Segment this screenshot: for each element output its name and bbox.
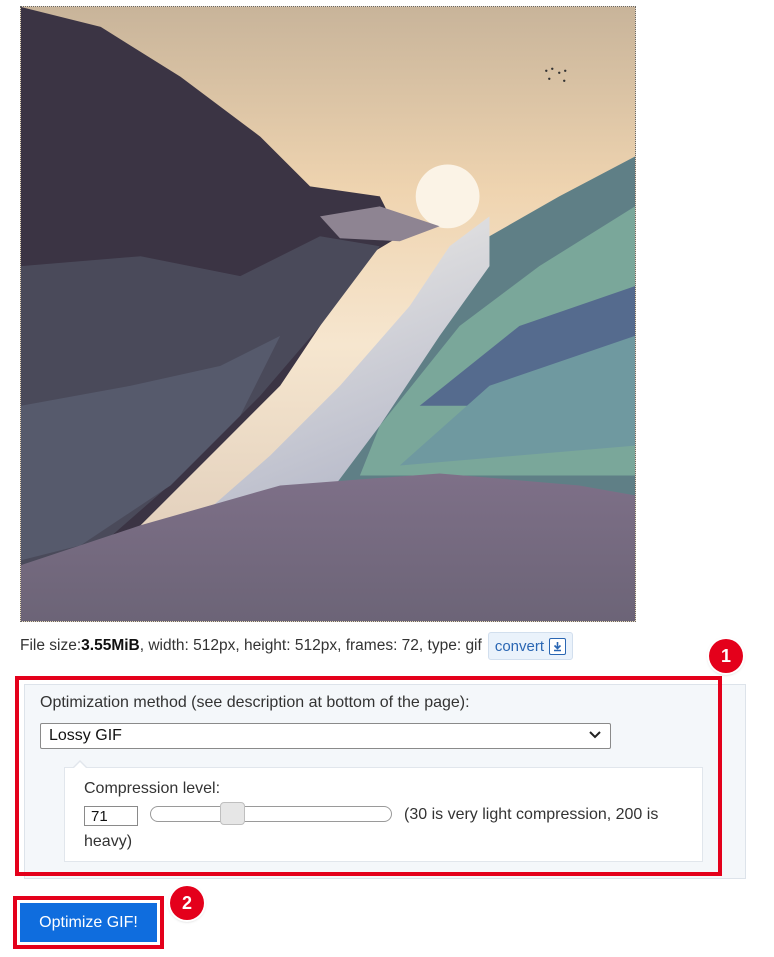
highlight-box-options [15,676,722,876]
convert-label: convert [494,637,545,655]
download-arrow-icon [549,637,567,655]
file-details: , width: 512px, height: 512px, frames: 7… [139,637,482,654]
gif-preview-image [20,6,636,622]
optimize-gif-button[interactable]: Optimize GIF! [20,903,157,942]
file-size-value: 3.55MiB [81,637,140,654]
step-badge-1: 1 [709,639,743,673]
file-info-line: File size: 3.55MiB, width: 512px, height… [20,632,574,660]
convert-button[interactable]: convert [487,632,574,660]
step-badge-2: 2 [170,886,204,920]
file-size-prefix: File size: [20,637,82,654]
